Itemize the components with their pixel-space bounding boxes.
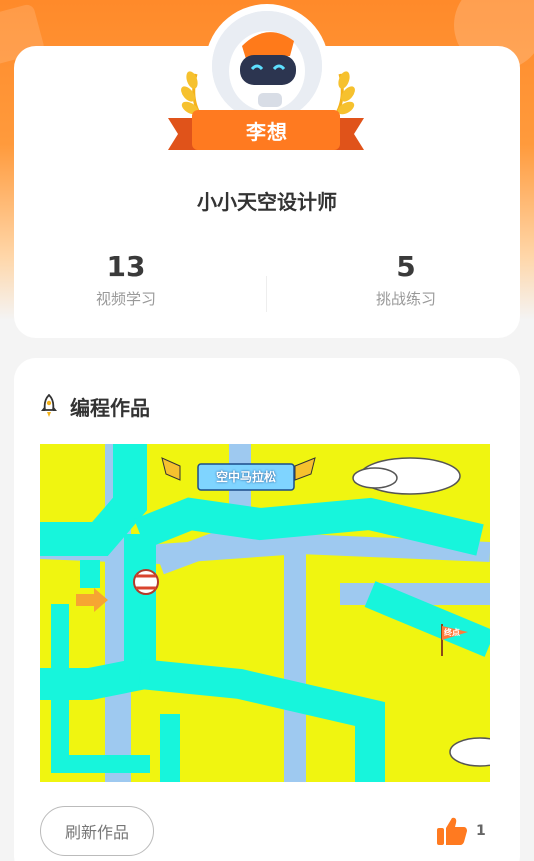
stat-divider xyxy=(266,276,267,312)
finish-flag-text: 终点 xyxy=(444,628,460,637)
artwork-banner-text: 空中马拉松 xyxy=(215,470,276,484)
works-header: 编程作品 xyxy=(38,390,150,422)
stat-challenge-practice[interactable]: 5 挑战练习 xyxy=(306,250,506,309)
stat-label: 挑战练习 xyxy=(375,290,436,308)
artwork-drawing xyxy=(40,444,490,782)
like-button[interactable]: 1 xyxy=(436,812,486,850)
stat-label: 视频学习 xyxy=(95,290,156,308)
artwork-canvas[interactable]: 空中马拉松 终点 xyxy=(40,444,490,782)
stat-value: 5 xyxy=(396,250,416,283)
stat-value: 13 xyxy=(106,250,146,283)
runner-icon xyxy=(133,569,159,595)
avatar[interactable] xyxy=(212,11,322,121)
robot-avatar-icon xyxy=(212,11,322,121)
user-name: 李想 xyxy=(246,119,288,144)
rocket-icon xyxy=(41,394,57,417)
stat-video-learning[interactable]: 13 视频学习 xyxy=(26,250,226,309)
refresh-works-button[interactable]: 刷新作品 xyxy=(40,806,154,856)
user-title: 小小天空设计师 xyxy=(197,190,337,214)
like-count: 1 xyxy=(476,823,486,839)
thumbs-up-icon xyxy=(437,817,467,845)
section-title: 编程作品 xyxy=(70,395,150,420)
